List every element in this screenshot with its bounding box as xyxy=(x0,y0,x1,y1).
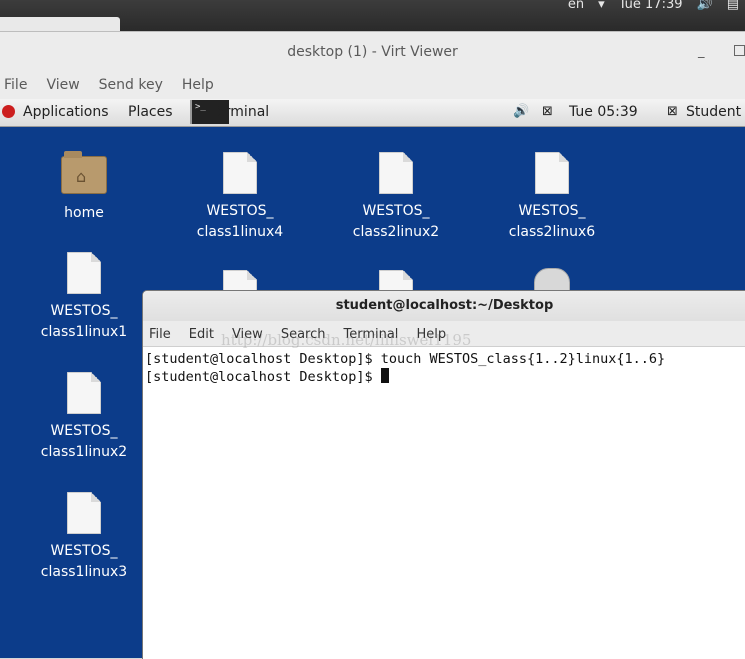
network-icon[interactable]: ⊠ xyxy=(542,104,553,119)
places-menu[interactable]: Places xyxy=(128,104,173,120)
host-language-indicator[interactable]: en xyxy=(568,0,584,10)
document-icon xyxy=(67,492,101,534)
document-icon xyxy=(379,270,413,290)
icon-label: home xyxy=(64,205,104,221)
chevron-down-icon: ▾ xyxy=(598,0,605,10)
user-icon[interactable]: ⊠ xyxy=(667,104,678,119)
user-menu[interactable]: Student xyxy=(686,104,741,120)
document-icon xyxy=(379,152,413,194)
viewer-menu-view[interactable]: View xyxy=(46,73,79,99)
host-top-bar: en ▾ Tue 17:39 🔊 ▤ xyxy=(0,0,745,31)
document-icon xyxy=(67,252,101,294)
host-window-tab[interactable] xyxy=(0,17,120,31)
desktop-icon-file-partial[interactable] xyxy=(336,270,456,290)
document-icon xyxy=(67,372,101,414)
desktop-icon-file[interactable]: WESTOS_ class1linux1 xyxy=(24,252,144,343)
minimize-button[interactable]: _ xyxy=(698,44,705,59)
viewer-menu-help[interactable]: Help xyxy=(182,73,214,99)
document-icon xyxy=(223,270,257,290)
volume-icon[interactable]: 🔊 xyxy=(697,0,713,10)
applications-menu[interactable]: Applications xyxy=(23,104,109,120)
icon-label: WESTOS_ xyxy=(362,203,430,219)
terminal-line: [student@localhost Desktop]$ touch WESTO… xyxy=(145,351,666,367)
desktop-icon-file[interactable]: WESTOS_ class1linux2 xyxy=(24,372,144,463)
viewer-title-bar: desktop (1) - Virt Viewer _ xyxy=(0,31,745,74)
icon-label: class2linux6 xyxy=(508,224,596,240)
terminal-title[interactable]: student@localhost:~/Desktop xyxy=(143,291,745,321)
viewer-menu-send-key[interactable]: Send key xyxy=(99,73,163,99)
document-icon xyxy=(223,152,257,194)
icon-label: class1linux4 xyxy=(196,224,284,240)
viewer-menu-bar: File View Send key Help xyxy=(0,73,745,99)
host-system-tray: en ▾ Tue 17:39 🔊 ▤ xyxy=(568,0,745,10)
trash-icon xyxy=(534,268,570,290)
terminal-prompt-line: [student@localhost Desktop]$ xyxy=(145,368,744,386)
icon-label: WESTOS_ xyxy=(50,423,118,439)
guest-top-panel: Applications Places >_ Terminal 🔊 ⊠ Tue … xyxy=(0,99,745,127)
volume-icon[interactable]: 🔊 xyxy=(513,104,529,119)
terminal-line: [student@localhost Desktop]$ xyxy=(145,369,381,385)
desktop-icon-file[interactable]: WESTOS_ class1linux3 xyxy=(24,492,144,583)
terminal-window[interactable]: student@localhost:~/Desktop File Edit Vi… xyxy=(142,290,745,659)
watermark: http://blog.csdn.net/lilliswel1195 xyxy=(221,331,472,349)
icon-label: WESTOS_ xyxy=(50,543,118,559)
viewer-window-title: desktop (1) - Virt Viewer xyxy=(287,44,458,60)
desktop-icon-file-partial[interactable] xyxy=(180,270,300,290)
desktop-icon-file[interactable]: WESTOS_ class1linux4 xyxy=(180,152,300,243)
desktop-icon-file[interactable]: WESTOS_ class2linux2 xyxy=(336,152,456,243)
host-clock[interactable]: Tue 17:39 xyxy=(619,0,683,10)
desktop-icon-trash-partial[interactable] xyxy=(492,268,612,290)
icon-label: WESTOS_ xyxy=(206,203,274,219)
viewer-menu-file[interactable]: File xyxy=(4,73,27,99)
terminal-output[interactable]: [student@localhost Desktop]$ touch WESTO… xyxy=(143,347,745,389)
guest-clock[interactable]: Tue 05:39 xyxy=(569,104,638,120)
icon-label: class2linux2 xyxy=(352,224,440,240)
desktop-icon-home[interactable]: ⌂ home xyxy=(24,151,144,224)
terminal-menu-edit[interactable]: Edit xyxy=(189,327,214,346)
document-icon xyxy=(535,152,569,194)
terminal-taskbar-button[interactable]: Terminal xyxy=(210,104,269,120)
icon-label: WESTOS_ xyxy=(50,303,118,319)
icon-label: class1linux2 xyxy=(40,444,128,460)
icon-label: WESTOS_ xyxy=(518,203,586,219)
text-cursor xyxy=(380,368,389,383)
clipboard-icon[interactable]: ▤ xyxy=(727,0,739,10)
terminal-menu-file[interactable]: File xyxy=(149,327,171,346)
desktop-icon-file[interactable]: WESTOS_ class2linux6 xyxy=(492,152,612,243)
redhat-icon[interactable] xyxy=(2,105,15,118)
home-folder-icon: ⌂ xyxy=(61,151,107,194)
icon-label: class1linux1 xyxy=(40,324,128,340)
maximize-button[interactable] xyxy=(734,45,745,56)
icon-label: class1linux3 xyxy=(40,564,128,580)
